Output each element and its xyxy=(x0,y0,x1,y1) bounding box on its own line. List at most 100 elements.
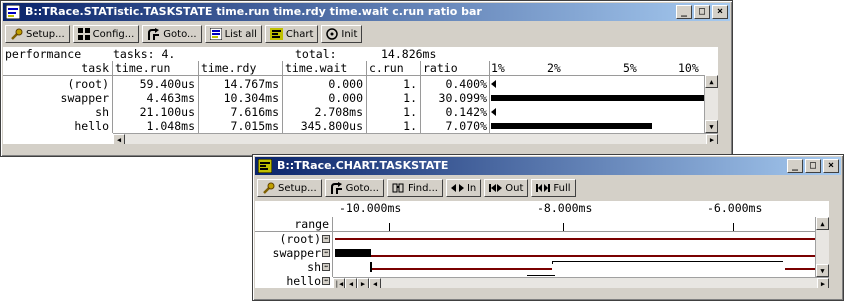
table-row[interactable]: hello 1.048ms 7.015ms 345.800us 1. 7.070… xyxy=(3,119,718,133)
statistic-toolbar: Setup... Config... Goto... List all Char… xyxy=(3,23,730,45)
zoom-out-icon xyxy=(489,184,503,192)
list-window-icon xyxy=(6,5,20,19)
full-button[interactable]: Full xyxy=(531,179,576,197)
first-page-button[interactable]: |◀ xyxy=(333,278,345,288)
c-run-value: 1. xyxy=(403,105,417,119)
ratio-bar xyxy=(491,123,653,129)
task-name: sh xyxy=(307,260,321,274)
expand-icon[interactable]: ↔ xyxy=(322,263,330,271)
header-time-rdy[interactable]: time.rdy xyxy=(201,61,256,75)
c-run-value: 1. xyxy=(403,119,417,133)
setup-button[interactable]: Setup... xyxy=(5,25,70,43)
goto-button[interactable]: Goto... xyxy=(324,179,384,197)
run-segment xyxy=(335,249,371,257)
chart-row[interactable]: swapper ↔ xyxy=(255,246,829,260)
ready-segment xyxy=(372,268,552,270)
minimize-button[interactable]: _ xyxy=(676,5,692,19)
scroll-left-button[interactable]: ◀ xyxy=(113,134,125,144)
scroll-up-button[interactable]: ▲ xyxy=(816,217,829,230)
goto-button[interactable]: Goto... xyxy=(142,25,202,43)
maximize-button[interactable]: □ xyxy=(805,159,821,173)
time-label: -10.000ms xyxy=(339,201,402,215)
task-name: hello xyxy=(286,274,321,288)
time-axis: -10.000ms -8.000ms -6.000ms xyxy=(255,201,829,217)
table-row[interactable]: (root) 59.400us 14.767ms 0.000 1. 0.400% xyxy=(3,77,718,91)
expand-icon[interactable]: ↔ xyxy=(322,277,330,285)
header-divider xyxy=(3,75,704,76)
time-wait-value: 0.000 xyxy=(328,77,363,91)
scroll-down-button[interactable]: ▼ xyxy=(816,264,829,277)
config-button[interactable]: Config... xyxy=(72,25,140,43)
expand-icon[interactable]: ↔ xyxy=(322,249,330,257)
table-row[interactable]: sh 21.100us 7.616ms 2.708ms 1. 0.142% xyxy=(3,105,718,119)
chart-title: B::TRace.CHART.TASKSTATE xyxy=(277,159,449,172)
minimize-button[interactable]: _ xyxy=(787,159,803,173)
time-run-value: 1.048ms xyxy=(146,119,195,133)
task-name: (root) xyxy=(67,77,109,91)
zoom-in-button[interactable]: In xyxy=(445,179,482,197)
wait-segment xyxy=(553,261,783,262)
init-button[interactable]: Init xyxy=(321,25,363,43)
ratio-bar xyxy=(491,108,496,116)
time-label: -8.000ms xyxy=(537,201,593,215)
chart-title-bar[interactable]: B::TRace.CHART.TASKSTATE _ □ × xyxy=(255,157,841,175)
scroll-up-button[interactable]: ▲ xyxy=(705,75,718,88)
chart-button[interactable]: Chart xyxy=(264,25,319,43)
header-time-run[interactable]: time.run xyxy=(115,61,170,75)
scale-label: 2% xyxy=(547,61,561,75)
maximize-button[interactable]: □ xyxy=(694,5,710,19)
time-rdy-value: 7.616ms xyxy=(230,105,279,119)
scroll-right-button[interactable]: ▶ xyxy=(706,134,718,144)
ready-segment xyxy=(371,255,815,257)
time-run-value: 4.463ms xyxy=(146,91,195,105)
table-row[interactable]: swapper 4.463ms 10.304ms 0.000 1. 30.099… xyxy=(3,91,718,105)
chart-horizontal-scrollbar[interactable]: |◀ ◀ ▶ ◀ ▶ xyxy=(333,277,829,288)
c-run-value: 1. xyxy=(403,77,417,91)
statistic-window: B::TRace.STATistic.TASKSTATE time.run ti… xyxy=(0,0,733,157)
close-button[interactable]: × xyxy=(823,159,839,173)
page-left-button[interactable]: ◀ xyxy=(345,278,357,288)
time-rdy-value: 7.015ms xyxy=(230,119,279,133)
tasks-count: tasks: 4. xyxy=(113,47,176,61)
page-right-button[interactable]: ▶ xyxy=(357,278,369,288)
scroll-down-button[interactable]: ▼ xyxy=(705,120,718,133)
chart-row[interactable]: (root) ↔ xyxy=(255,232,829,246)
time-run-value: 59.400us xyxy=(139,77,195,91)
close-button[interactable]: × xyxy=(712,5,728,19)
full-icon xyxy=(536,184,551,192)
range-row: range xyxy=(255,217,829,231)
ratio-value: 0.400% xyxy=(445,77,487,91)
statistic-vertical-scrollbar[interactable]: ▲ ▼ xyxy=(704,75,718,133)
list-all-button[interactable]: List all xyxy=(204,25,262,43)
scroll-left-button[interactable]: ◀ xyxy=(369,278,381,288)
header-task[interactable]: task xyxy=(3,61,109,75)
chart-icon xyxy=(269,28,283,40)
expand-icon[interactable]: ↔ xyxy=(322,235,330,243)
time-wait-value: 0.000 xyxy=(328,91,363,105)
ratio-bar xyxy=(491,95,716,101)
total-value: 14.826ms xyxy=(381,47,437,61)
chart-vertical-scrollbar[interactable]: ▲ ▼ xyxy=(815,217,829,277)
task-name: (root) xyxy=(279,232,321,246)
header-time-wait[interactable]: time.wait xyxy=(285,61,347,75)
ready-segment xyxy=(785,268,815,270)
find-button[interactable]: Find... xyxy=(386,179,443,197)
statistic-title-bar[interactable]: B::TRace.STATistic.TASKSTATE time.run ti… xyxy=(3,3,730,21)
grid-icon xyxy=(77,28,90,40)
statistic-horizontal-scrollbar[interactable]: ◀ ▶ xyxy=(113,133,718,144)
ready-segment xyxy=(335,238,815,240)
summary-label: performance xyxy=(5,47,82,61)
init-icon xyxy=(326,28,339,40)
zoom-out-button[interactable]: Out xyxy=(484,179,529,197)
scale-label: 10% xyxy=(678,61,699,75)
setup-button[interactable]: Setup... xyxy=(257,179,322,197)
ratio-value: 0.142% xyxy=(445,105,487,119)
header-ratio[interactable]: ratio xyxy=(423,61,458,75)
chart-row[interactable]: sh ↔ xyxy=(255,260,829,274)
statistic-title: B::TRace.STATistic.TASKSTATE time.run ti… xyxy=(25,5,482,18)
scroll-right-button[interactable]: ▶ xyxy=(817,278,829,288)
goto-icon xyxy=(330,181,342,194)
header-c-run[interactable]: c.run xyxy=(369,61,404,75)
time-run-value: 21.100us xyxy=(139,105,195,119)
scale-label: 1% xyxy=(491,61,505,75)
